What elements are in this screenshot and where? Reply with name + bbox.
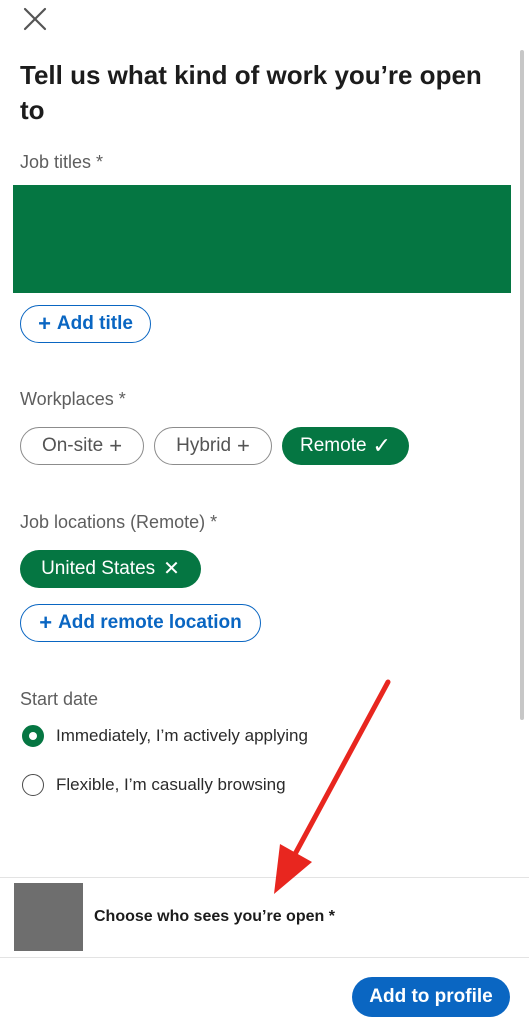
close-icon bbox=[23, 7, 47, 31]
plus-icon: + bbox=[38, 311, 51, 336]
workplace-chip-label: On-site bbox=[41, 435, 104, 456]
plus-icon: + bbox=[109, 433, 123, 458]
scrollbar[interactable] bbox=[520, 50, 524, 720]
job-locations-label: Job locations (Remote) * bbox=[20, 512, 218, 532]
workplaces-label: Workplaces * bbox=[20, 389, 126, 409]
page-title: Tell us what kind of work you’re open to bbox=[20, 60, 482, 125]
workplace-chip-remote[interactable]: Remote ✓ bbox=[282, 427, 409, 465]
remove-icon: ✕ bbox=[163, 558, 180, 580]
add-remote-location-button[interactable]: + Add remote location bbox=[20, 604, 261, 642]
location-chip-label: United States bbox=[41, 558, 156, 579]
location-chip-united-states[interactable]: United States ✕ bbox=[20, 550, 201, 588]
start-date-option-flexible[interactable]: Flexible, I’m casually browsing bbox=[22, 774, 286, 796]
workplace-chip-hybrid[interactable]: Hybrid + bbox=[154, 427, 272, 465]
workplace-chip-onsite[interactable]: On-site + bbox=[20, 427, 144, 465]
add-title-label: Add title bbox=[56, 313, 133, 334]
radio-checked-icon[interactable] bbox=[22, 725, 44, 747]
close-button[interactable] bbox=[20, 4, 50, 34]
add-to-profile-button[interactable]: Add to profile bbox=[352, 977, 510, 1017]
plus-icon: + bbox=[39, 610, 53, 635]
job-titles-redacted-block bbox=[13, 185, 511, 293]
checkmark-icon: ✓ bbox=[372, 433, 391, 458]
divider bbox=[0, 957, 529, 958]
add-remote-location-label: Add remote location bbox=[58, 612, 242, 633]
plus-icon: + bbox=[237, 433, 250, 458]
start-date-label: Start date bbox=[20, 689, 99, 709]
workplace-chip-label: Hybrid bbox=[176, 435, 232, 456]
radio-label: Flexible, I’m casually browsing bbox=[56, 775, 286, 794]
avatar bbox=[14, 883, 83, 951]
radio-unchecked-icon[interactable] bbox=[22, 774, 44, 796]
visibility-setting[interactable]: Choose who sees you’re open * bbox=[94, 908, 335, 926]
add-title-button[interactable]: + Add title bbox=[20, 305, 151, 343]
annotation-arrow-icon bbox=[274, 679, 391, 894]
workplace-chip-label: Remote bbox=[300, 435, 367, 456]
job-titles-label: Job titles * bbox=[20, 152, 104, 172]
